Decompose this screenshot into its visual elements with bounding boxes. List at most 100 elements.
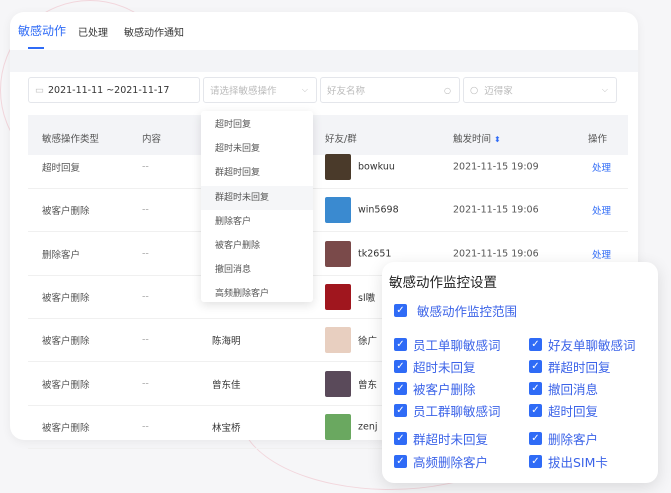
checkbox-monitor-scope[interactable]: ✓ 敏感动作监控范围	[394, 301, 517, 320]
checkbox-label: 删除客户	[548, 432, 599, 447]
table-row: 超时回复 -- bowkuu 2021-11-15 19:09 处理	[28, 146, 628, 189]
process-link[interactable]: 处理	[592, 247, 611, 261]
row-content: --	[142, 378, 149, 389]
checkbox-checked-icon: ✓	[394, 382, 407, 395]
checkbox-checked-icon: ✓	[394, 455, 407, 468]
friend-name-input[interactable]: 好友名称 ○	[320, 77, 460, 103]
monitor-checkbox[interactable]: ✓ 好友单聊敏感词	[529, 335, 636, 354]
col-action: 操作	[588, 134, 608, 145]
checkbox-label: 撤回消息	[548, 382, 599, 397]
row-type: 被客户删除	[42, 336, 90, 348]
row-type: 被客户删除	[42, 379, 90, 391]
process-link[interactable]: 处理	[592, 203, 611, 217]
staff-select-placeholder: 迈得家	[484, 86, 513, 97]
avatar	[325, 197, 351, 224]
monitor-checkbox[interactable]: ✓ 群超时回复	[529, 357, 611, 376]
chevron-down-icon: ⌵	[301, 85, 308, 94]
tab-bar: 敏感动作 已处理 敏感动作通知	[10, 12, 638, 50]
process-link[interactable]: 处理	[592, 160, 611, 174]
row-staff: 曾东佳	[212, 379, 241, 391]
col-time[interactable]: 触发时间 ⬍	[453, 131, 501, 145]
dropdown-option[interactable]: 删除客户	[201, 210, 313, 234]
row-content: --	[142, 334, 149, 346]
action-select[interactable]: 请选择敏感操作 ⌵	[203, 77, 317, 103]
friend-name-placeholder: 好友名称	[327, 86, 366, 97]
row-friend: 曾东	[358, 379, 378, 391]
monitor-checkbox[interactable]: ✓ 删除客户	[529, 429, 598, 448]
staff-select[interactable]: ○ 迈得家 ⌵	[463, 77, 617, 103]
dropdown-option[interactable]: 超时未回复	[201, 137, 313, 161]
sort-icon[interactable]: ⬍	[494, 135, 501, 144]
row-content: --	[142, 291, 149, 303]
dropdown-option[interactable]: 高频删除客户	[201, 282, 313, 306]
row-time: 2021-11-15 19:06	[453, 204, 539, 216]
checkbox-checked-icon: ✓	[394, 360, 407, 373]
row-time: 2021-11-15 19:09	[453, 161, 539, 173]
tab-sensitive-actions[interactable]: 敏感动作	[18, 22, 66, 49]
checkbox-label: 群超时未回复	[413, 432, 489, 447]
row-friend: 徐广	[358, 336, 378, 348]
checkbox-checked-icon: ✓	[394, 432, 407, 445]
date-range-value: 2021-11-11 ~2021-11-17	[47, 84, 170, 96]
monitor-checkbox[interactable]: ✓ 超时未回复	[394, 357, 476, 376]
dropdown-option[interactable]: 群超时回复	[201, 161, 313, 185]
checkbox-checked-icon: ✓	[529, 404, 542, 417]
panel-title: 敏感动作监控设置	[389, 275, 497, 291]
row-type: 被客户删除	[42, 292, 90, 304]
monitor-checkbox[interactable]: ✓ 高频删除客户	[394, 452, 488, 471]
search-icon: ○	[470, 84, 479, 96]
avatar	[325, 240, 351, 267]
monitor-settings-panel: 敏感动作监控设置 ✓ 敏感动作监控范围 ✓ 员工单聊敏感词 ✓ 超时未回复 ✓ 被客户删除 ✓…	[382, 262, 658, 483]
checkbox-label: 好友单聊敏感词	[548, 338, 636, 353]
row-friend: zenj	[358, 421, 378, 433]
monitor-checkbox[interactable]: ✓ 群超时未回复	[394, 429, 488, 448]
checkbox-checked-icon: ✓	[529, 382, 542, 395]
monitor-checkbox[interactable]: ✓ 员工单聊敏感词	[394, 335, 501, 354]
dropdown-option[interactable]: 群超时未回复	[201, 185, 313, 210]
checkbox-checked-icon: ✓	[529, 432, 542, 445]
checkbox-label: 超时回复	[548, 404, 599, 419]
row-content: --	[142, 204, 149, 216]
table-row: 被客户删除 -- win5698 2021-11-15 19:06 处理	[28, 189, 628, 233]
row-friend: win5698	[358, 204, 399, 216]
row-type: 超时回复	[42, 163, 81, 174]
action-select-placeholder: 请选择敏感操作	[210, 86, 277, 97]
dropdown-option[interactable]: 撤回消息	[201, 258, 313, 282]
row-type: 被客户删除	[42, 422, 90, 434]
checkbox-checked-icon: ✓	[529, 360, 542, 373]
checkbox-label: 高频删除客户	[413, 455, 489, 470]
tab-processed[interactable]: 已处理	[78, 24, 108, 39]
row-friend: tk2651	[358, 248, 392, 260]
col-content: 内容	[142, 134, 162, 145]
row-content: --	[142, 248, 149, 260]
row-staff: 林宝桥	[212, 422, 241, 434]
date-range-picker[interactable]: ▭ 2021-11-11 ~2021-11-17	[28, 77, 200, 103]
avatar	[325, 370, 351, 397]
row-type: 删除客户	[42, 249, 81, 261]
monitor-checkbox[interactable]: ✓ 撤回消息	[529, 379, 598, 398]
avatar	[325, 154, 351, 180]
checkbox-checked-icon: ✓	[394, 338, 407, 351]
col-type: 敏感操作类型	[42, 134, 100, 145]
monitor-checkbox[interactable]: ✓ 拔出SIM卡	[529, 452, 608, 471]
tab-notifications[interactable]: 敏感动作通知	[124, 24, 184, 39]
dropdown-option[interactable]: 被客户删除	[201, 234, 313, 258]
row-content: --	[142, 161, 149, 173]
checkbox-label: 超时未回复	[413, 360, 476, 375]
monitor-checkbox[interactable]: ✓ 被客户删除	[394, 379, 476, 398]
search-icon: ○	[444, 85, 451, 95]
row-time: 2021-11-15 19:06	[453, 248, 539, 260]
checkbox-label: 员工单聊敏感词	[413, 338, 501, 353]
checkbox-checked-icon: ✓	[529, 455, 542, 468]
monitor-checkbox[interactable]: ✓ 员工群聊敏感词	[394, 401, 501, 420]
checkbox-checked-icon: ✓	[394, 404, 407, 417]
avatar	[325, 327, 351, 354]
avatar	[325, 413, 351, 440]
action-dropdown-menu: 超时回复 超时未回复 群超时回复 群超时未回复 删除客户 被客户删除 撤回消息 高频删除客户	[201, 111, 313, 302]
row-staff: 陈海明	[212, 336, 241, 348]
dropdown-option[interactable]: 超时回复	[201, 113, 313, 137]
monitor-checkbox[interactable]: ✓ 超时回复	[529, 401, 598, 420]
checkbox-label: 拔出SIM卡	[548, 455, 608, 470]
checkbox-checked-icon: ✓	[394, 304, 407, 317]
calendar-icon: ▭	[35, 84, 44, 96]
